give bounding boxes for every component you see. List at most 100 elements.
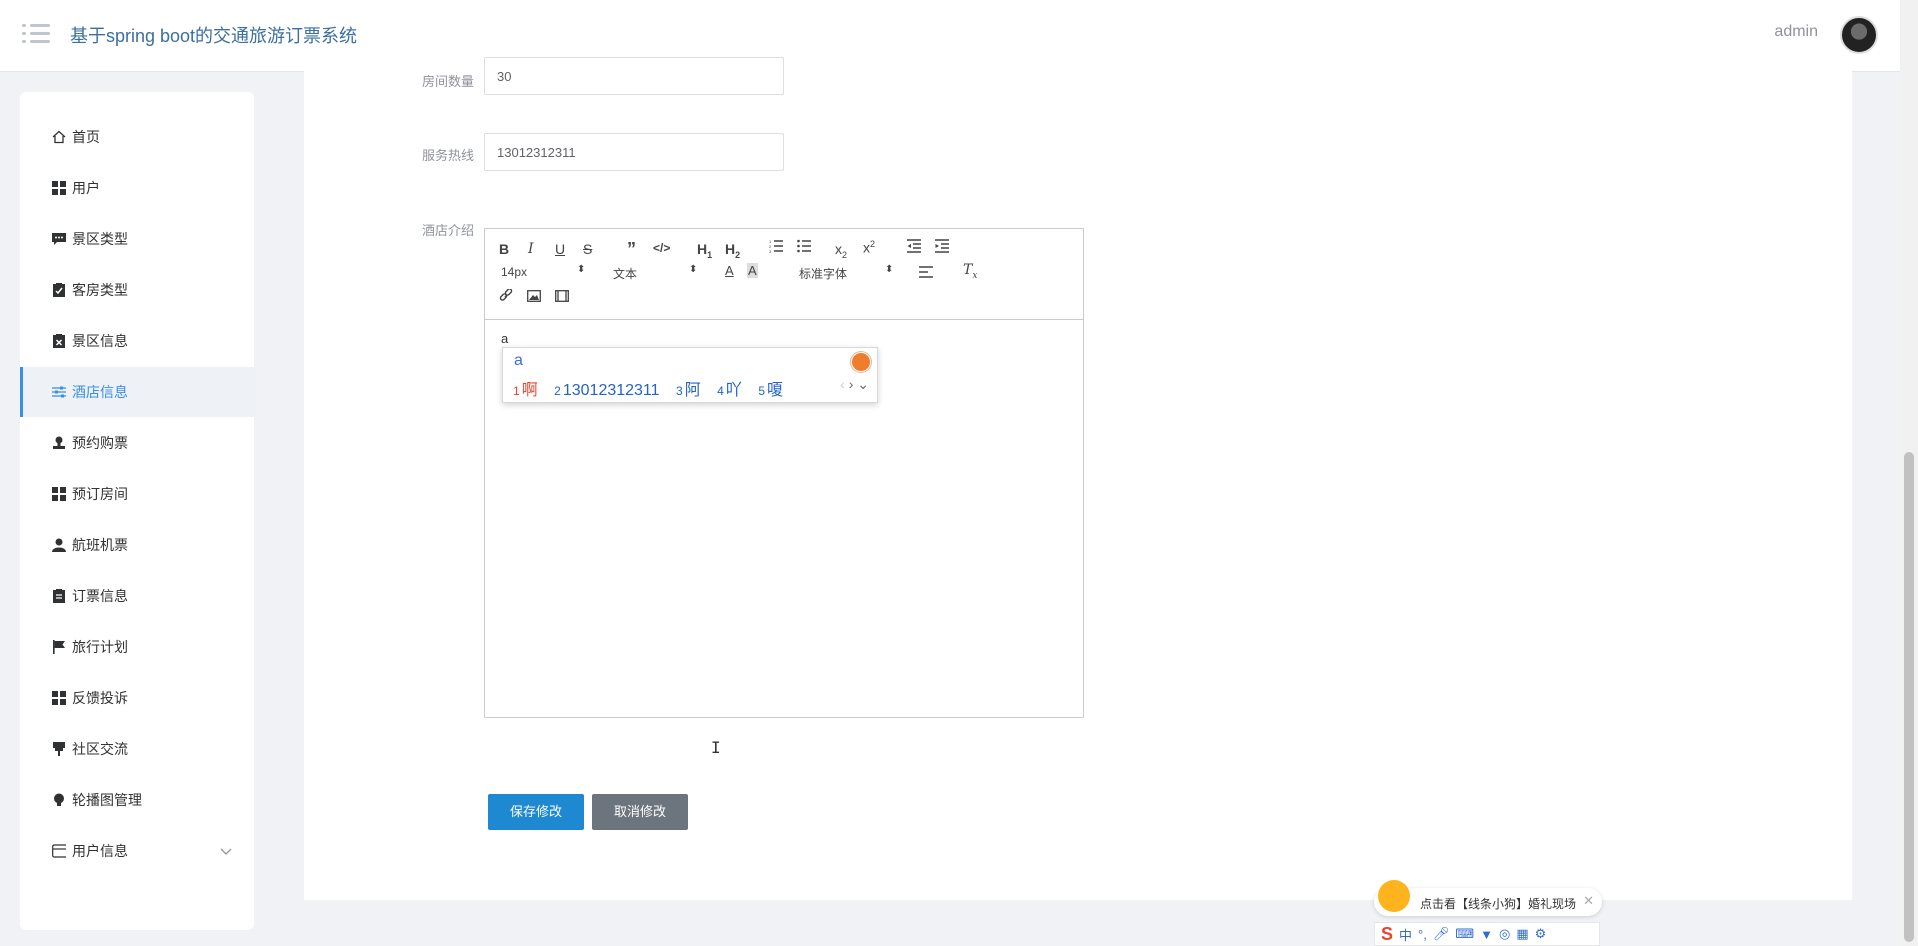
clipboard-icon — [52, 589, 66, 603]
sidebar-item-carousel[interactable]: 轮播图管理 — [20, 775, 254, 825]
block-type-select[interactable]: 文本 — [613, 265, 637, 282]
microphone-icon[interactable]: 🎤︎ — [1433, 926, 1450, 942]
clipboard-check-icon — [52, 283, 66, 297]
sidebar-item-flight-tickets[interactable]: 航班机票 — [20, 520, 254, 570]
code-icon[interactable]: </> — [653, 241, 670, 255]
font-family-select-arrows-icon: ⬍ — [885, 264, 894, 275]
sidebar-item-room-booking[interactable]: 预订房间 — [20, 469, 254, 519]
blockquote-icon[interactable]: ” — [627, 239, 636, 260]
scrollbar-thumb[interactable] — [1904, 452, 1914, 942]
rich-text-editor[interactable]: B I U S ” </> H1 H2 123 x2 x2 14px ⬍ 文本 … — [484, 228, 1084, 718]
subscript-icon[interactable]: x2 — [835, 241, 847, 260]
ime-skin-icon[interactable] — [851, 352, 871, 372]
sidebar-item-label: 景区信息 — [72, 333, 128, 349]
italic-icon[interactable]: I — [528, 241, 534, 257]
close-icon[interactable]: ✕ — [1583, 893, 1594, 909]
sidebar-item-ticket-booking[interactable]: 预约购票 — [20, 418, 254, 468]
room-count-input[interactable]: 30 — [484, 57, 784, 95]
sidebar-item-scenic-info[interactable]: 景区信息 — [20, 316, 254, 366]
chevron-down-icon[interactable]: ⌄ — [857, 376, 869, 392]
sidebar-item-room-type[interactable]: 客房类型 — [20, 265, 254, 315]
page-scrollbar[interactable] — [1900, 0, 1918, 946]
chevron-right-icon[interactable]: › — [849, 376, 854, 392]
ime-status-bar: S 中 °, 🎤︎ ⌨︎ ▼ ◎ ▦ ⚙︎ — [1374, 922, 1600, 946]
strikethrough-icon[interactable]: S — [583, 241, 592, 257]
grid-icon — [52, 487, 66, 501]
sidebar-item-label: 景区类型 — [72, 231, 128, 247]
punctuation-icon[interactable]: °, — [1418, 927, 1427, 942]
ime-toast[interactable]: 点击看【线条小狗】婚礼现场 ✕ — [1374, 880, 1602, 916]
sidebar-item-label: 首页 — [72, 129, 100, 145]
align-icon[interactable] — [919, 265, 933, 281]
sidebar-item-label: 社区交流 — [72, 741, 128, 757]
ime-mode-toggle[interactable]: 中 — [1399, 925, 1412, 944]
ime-page-nav[interactable]: ‹ › ⌄ — [840, 376, 869, 393]
sidebar-item-users[interactable]: 用户 — [20, 163, 254, 213]
sidebar-item-label: 旅行计划 — [72, 639, 128, 655]
ime-candidate[interactable]: 2 13012312311 — [554, 382, 659, 399]
save-button[interactable]: 保存修改 — [488, 794, 584, 830]
comment-icon — [52, 232, 66, 246]
ime-candidate-popup: a 1啊 2 13012312311 3阿 4吖 5嗄 ‹ › ⌄ — [502, 347, 878, 403]
sidebar: 首页 用户 景区类型 客房类型 景区信息 酒店信息 预约购票 预订房间 航班机票… — [20, 92, 257, 930]
grid-icon — [52, 691, 66, 705]
gamepad-icon[interactable]: ◎ — [1499, 926, 1510, 942]
ordered-list-icon[interactable]: 123 — [769, 239, 783, 256]
sun-mascot-icon — [1378, 880, 1410, 912]
sidebar-item-label: 客房类型 — [72, 282, 128, 298]
editor-toolbar: B I U S ” </> H1 H2 123 x2 x2 14px ⬍ 文本 … — [485, 229, 1083, 320]
ime-candidate[interactable]: 5嗄 — [758, 382, 783, 399]
keyboard-icon[interactable]: ⌨︎ — [1455, 926, 1474, 942]
sidebar-item-feedback[interactable]: 反馈投诉 — [20, 673, 254, 723]
ime-candidate[interactable]: 1啊 — [513, 382, 538, 399]
flag-icon — [52, 640, 66, 654]
username[interactable]: admin — [1774, 23, 1818, 41]
sogou-logo-icon[interactable]: S — [1381, 924, 1393, 945]
h1-icon[interactable]: H1 — [697, 241, 712, 260]
settings-icon[interactable]: ⚙︎ — [1535, 926, 1547, 942]
sidebar-item-home[interactable]: 首页 — [20, 112, 254, 162]
h2-icon[interactable]: H2 — [725, 241, 740, 260]
chevron-down-icon[interactable] — [220, 843, 232, 859]
sidebar-item-hotel-info[interactable]: 酒店信息 — [20, 367, 257, 417]
ime-candidate[interactable]: 4吖 — [717, 382, 742, 399]
sidebar-item-label: 预订房间 — [72, 486, 128, 502]
avatar[interactable] — [1840, 16, 1878, 54]
font-family-select[interactable]: 标准字体 — [799, 265, 847, 282]
chevron-left-icon[interactable]: ‹ — [840, 376, 845, 392]
grid-icon — [52, 181, 66, 195]
font-color-icon[interactable]: A — [725, 263, 734, 278]
clipboard-x-icon — [52, 334, 66, 348]
bold-icon[interactable]: B — [499, 241, 509, 257]
image-icon[interactable] — [527, 289, 541, 305]
video-icon[interactable] — [555, 289, 569, 305]
sidebar-item-community[interactable]: 社区交流 — [20, 724, 254, 774]
editor-content[interactable]: a — [501, 331, 508, 346]
sidebar-item-label: 轮播图管理 — [72, 792, 142, 808]
background-color-icon[interactable]: A — [747, 263, 758, 278]
indent-icon[interactable] — [935, 239, 949, 256]
sidebar-item-travel-plan[interactable]: 旅行计划 — [20, 622, 254, 672]
ime-toast-text[interactable]: 点击看【线条小狗】婚礼现场 — [1420, 895, 1576, 912]
font-size-select[interactable]: 14px — [501, 265, 527, 279]
bulb-icon — [52, 793, 66, 807]
sidebar-item-booking-info[interactable]: 订票信息 — [20, 571, 254, 621]
sidebar-item-user-info[interactable]: 用户信息 — [20, 826, 254, 876]
toolbox-icon[interactable]: ▦ — [1516, 926, 1528, 942]
superscript-icon[interactable]: x2 — [863, 239, 875, 256]
ime-candidate[interactable]: 3阿 — [676, 382, 701, 399]
sidebar-item-label: 反馈投诉 — [72, 690, 128, 706]
skin-icon[interactable]: ▼ — [1480, 927, 1493, 942]
menu-toggle-icon[interactable] — [22, 22, 50, 44]
intro-label: 酒店介绍 — [421, 223, 474, 238]
sidebar-item-scenic-type[interactable]: 景区类型 — [20, 214, 254, 264]
hotline-input[interactable]: 13012312311 — [484, 133, 784, 171]
cancel-button[interactable]: 取消修改 — [592, 794, 688, 830]
sidebar-item-label: 预约购票 — [72, 435, 128, 451]
link-icon[interactable] — [499, 288, 513, 306]
bullet-list-icon[interactable] — [797, 239, 811, 256]
clear-format-icon[interactable]: Tx — [963, 262, 977, 281]
outdent-icon[interactable] — [907, 239, 921, 256]
underline-icon[interactable]: U — [555, 241, 565, 257]
home-icon — [52, 130, 66, 144]
